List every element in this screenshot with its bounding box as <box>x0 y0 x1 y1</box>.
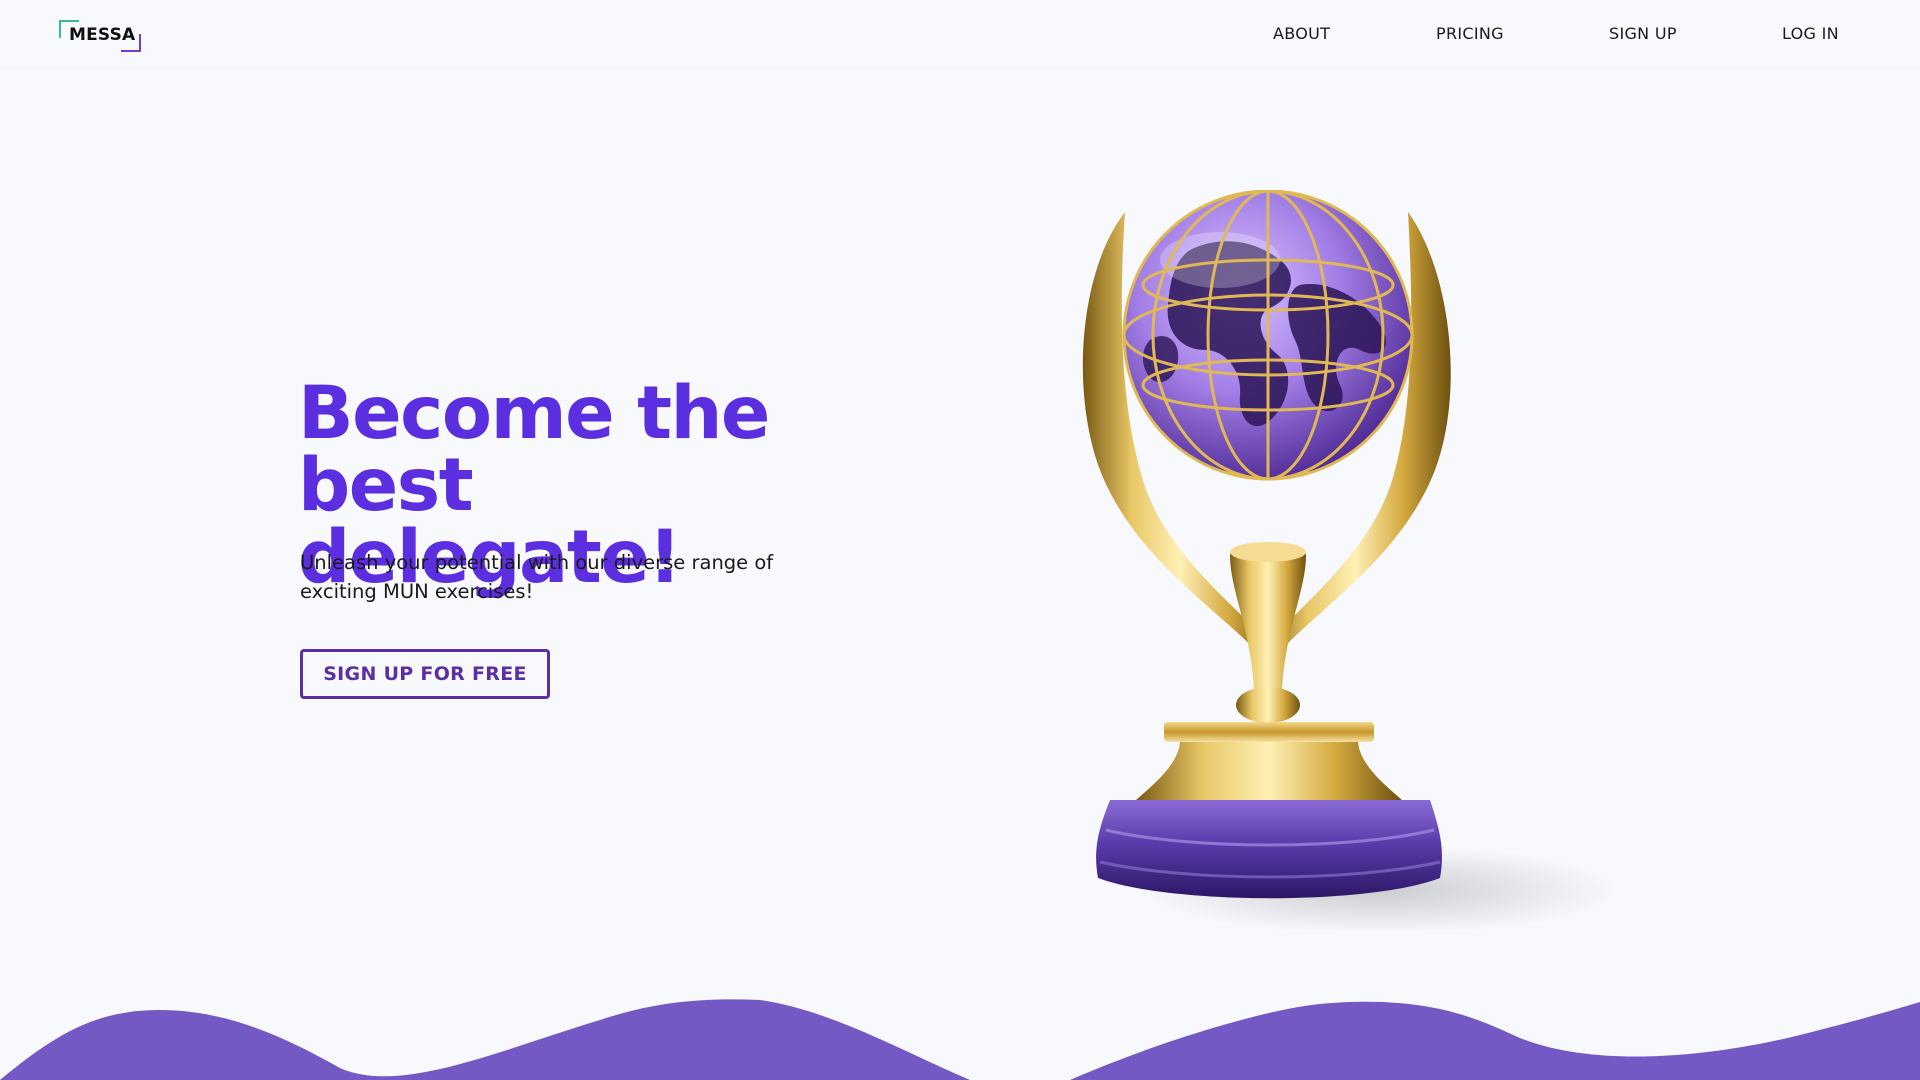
hero-title-line-1: Become the <box>298 371 770 456</box>
brand-logo[interactable]: MESSA <box>59 20 141 52</box>
logo-corner-bottom-right <box>121 34 141 52</box>
hero-subtitle: Unleash your potential with our diverse … <box>300 551 774 603</box>
site-header: MESSA ABOUT PRICING SIGN UP LOG IN <box>0 0 1920 69</box>
globe-trophy-icon <box>1082 190 1620 930</box>
nav-link-pricing[interactable]: PRICING <box>1436 24 1504 44</box>
sign-up-for-free-button[interactable]: SIGN UP FOR FREE <box>300 649 550 699</box>
nav-link-about[interactable]: ABOUT <box>1273 24 1330 44</box>
nav-link-sign-up[interactable]: SIGN UP <box>1609 24 1677 44</box>
nav-link-log-in[interactable]: LOG IN <box>1782 24 1839 44</box>
bottom-wave-decoration <box>0 999 1920 1080</box>
